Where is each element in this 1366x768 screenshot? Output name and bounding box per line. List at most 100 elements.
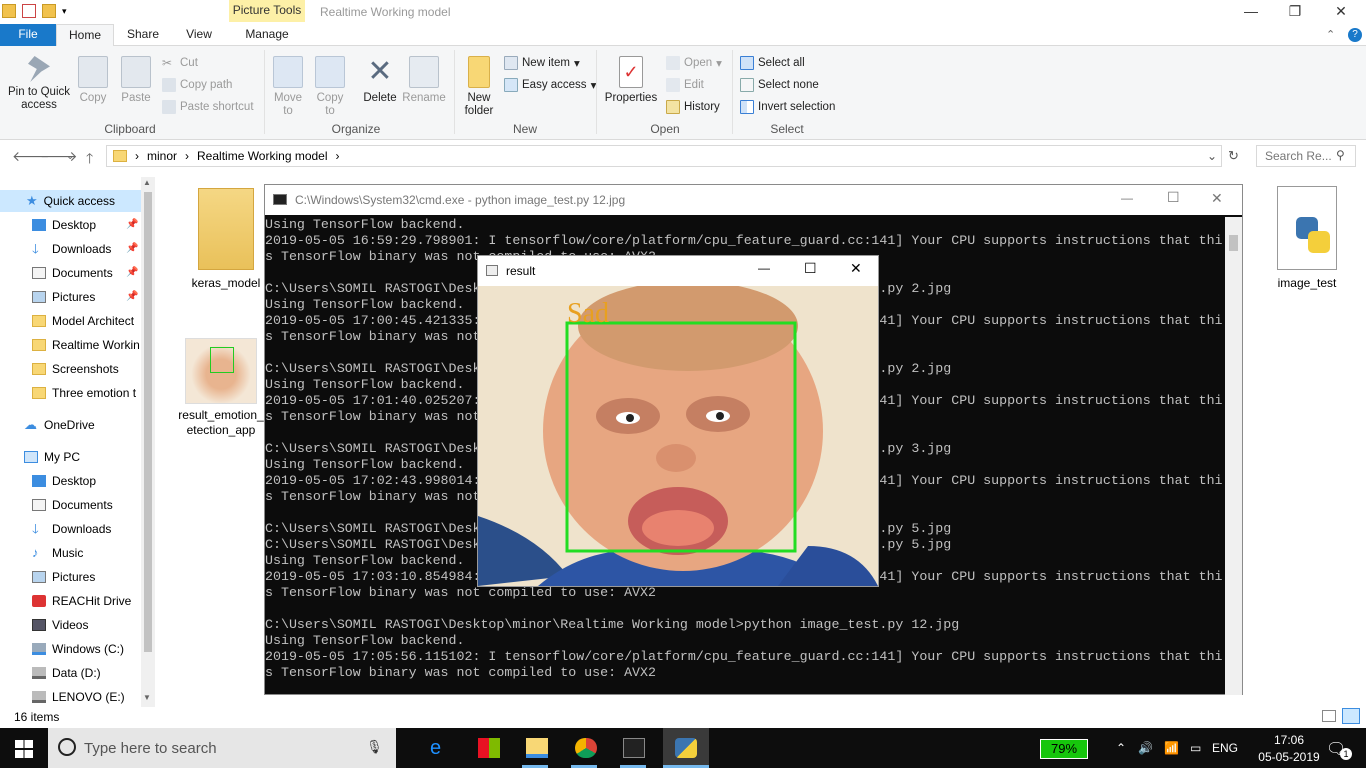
tab-share[interactable]: Share — [118, 24, 168, 46]
paste-shortcut-button[interactable]: Paste shortcut — [162, 96, 254, 118]
address-dropdown-icon[interactable]: ⌄ — [1207, 149, 1217, 163]
nav-pc-downloads[interactable]: 🡓 Downloads — [32, 518, 111, 540]
invert-selection-button[interactable]: Invert selection — [740, 96, 835, 118]
properties-icon[interactable] — [22, 4, 36, 18]
nav-pc-music[interactable]: ♪ Music — [32, 542, 83, 564]
up-arrow-icon[interactable]: 🡑 — [86, 148, 93, 172]
maximize-button[interactable]: ❐ — [1272, 0, 1318, 24]
nav-pc-desktop[interactable]: Desktop — [32, 470, 96, 492]
nav-onedrive[interactable]: ☁ OneDrive — [24, 414, 95, 436]
file-explorer-icon[interactable] — [526, 738, 548, 758]
result-title-bar[interactable]: result — ☐ ✕ — [478, 256, 878, 285]
result-close-button[interactable]: ✕ — [850, 260, 862, 277]
film-icon — [32, 619, 46, 631]
new-folder-button[interactable]: New folder — [460, 56, 498, 118]
rename-button[interactable]: Rename — [402, 56, 446, 105]
nav-qa-downloads[interactable]: 🡓 Downloads — [32, 238, 111, 260]
nav-pc-reachit[interactable]: REACHit Drive — [32, 590, 131, 612]
delete-button[interactable]: ✕ Delete — [360, 56, 400, 105]
recent-chevron-icon[interactable]: ⌄ — [66, 151, 74, 162]
group-label-select: Select — [770, 122, 804, 136]
move-to-button[interactable]: Move to — [270, 56, 306, 118]
nav-qa-model-architect[interactable]: Model Architect — [32, 310, 134, 332]
edge-icon[interactable]: e — [430, 738, 452, 758]
nav-pc-videos[interactable]: Videos — [32, 614, 88, 636]
properties-button[interactable]: ✓ Properties — [604, 56, 658, 105]
nav-qa-realtime[interactable]: Realtime Workin — [32, 334, 140, 356]
new-item-button[interactable]: New item ▾ — [504, 52, 580, 74]
battery-tray-icon[interactable]: ▭ — [1190, 741, 1201, 755]
copy-path-button[interactable]: Copy path — [162, 74, 232, 96]
file-keras-model[interactable]: keras_model — [188, 188, 264, 291]
volume-icon[interactable]: 🔊 — [1138, 741, 1153, 755]
tab-view[interactable]: View — [176, 24, 222, 46]
close-button[interactable]: ✕ — [1318, 0, 1364, 24]
select-all-button[interactable]: Select all — [740, 52, 805, 74]
breadcrumb-minor[interactable]: minor — [147, 149, 177, 163]
scroll-down-icon[interactable]: ▼ — [143, 693, 151, 702]
history-button[interactable]: History — [666, 96, 720, 118]
folder-icon[interactable] — [2, 4, 16, 18]
python-taskbar-active[interactable] — [663, 728, 709, 768]
nav-quick-access[interactable]: ★ Quick access — [0, 190, 141, 212]
chrome-icon[interactable] — [575, 738, 597, 758]
address-bar[interactable]: › minor › Realtime Working model › ⌄ — [106, 145, 1222, 167]
language-indicator[interactable]: ENG — [1212, 741, 1238, 755]
minimize-button[interactable]: — — [1228, 0, 1274, 24]
nav-pc-pictures[interactable]: Pictures — [32, 566, 95, 588]
easy-access-button[interactable]: Easy access ▾ — [504, 74, 596, 96]
details-view-icon[interactable] — [1322, 710, 1336, 722]
nav-pc-lenovo-e[interactable]: LENOVO (E:) — [32, 686, 125, 707]
pin-quick-access-button[interactable]: Pin to Quick access — [6, 56, 72, 112]
cmd-title-bar[interactable]: C:\Windows\System32\cmd.exe - python ima… — [265, 185, 1242, 215]
cut-button[interactable]: ✂ Cut — [162, 52, 198, 74]
nav-qa-desktop[interactable]: Desktop — [32, 214, 96, 236]
file-image-test[interactable]: image_test — [1268, 186, 1346, 291]
collapse-ribbon-icon[interactable]: ⌃ — [1326, 28, 1335, 41]
scroll-up-icon[interactable]: ▲ — [143, 178, 151, 187]
cmd-taskbar-icon[interactable] — [623, 738, 645, 758]
clock-time[interactable]: 17:06 — [1254, 733, 1324, 747]
open-button[interactable]: Open ▾ — [666, 52, 722, 74]
file-result-emotion-detection-app[interactable]: result_emotion_ etection_app — [178, 338, 264, 438]
taskbar-search[interactable]: Type here to search 🎙 — [48, 728, 396, 768]
nav-pc-windows-c[interactable]: Windows (C:) — [32, 638, 124, 660]
help-icon[interactable]: ? — [1348, 28, 1362, 42]
tab-file[interactable]: File — [0, 24, 56, 46]
chevron-down-icon[interactable]: ▾ — [62, 4, 67, 18]
copy-to-button[interactable]: Copy to — [312, 56, 348, 118]
nav-qa-documents[interactable]: Documents — [32, 262, 113, 284]
store-icon[interactable] — [478, 738, 500, 758]
refresh-icon[interactable]: ↻ — [1228, 148, 1239, 164]
cmd-minimize-button[interactable]: — — [1121, 191, 1133, 205]
nav-scrollbar-thumb[interactable] — [144, 192, 152, 652]
new-folder-icon[interactable] — [42, 4, 56, 18]
nav-pc-data-d[interactable]: Data (D:) — [32, 662, 101, 684]
windows-start-icon[interactable] — [15, 740, 33, 758]
breadcrumb-realtime[interactable]: Realtime Working model — [197, 149, 328, 163]
copy-button[interactable]: Copy — [76, 56, 110, 105]
microphone-icon[interactable]: 🎙 — [366, 739, 383, 755]
large-icons-view-icon[interactable] — [1342, 708, 1360, 724]
cmd-scrollbar[interactable] — [1225, 217, 1242, 695]
nav-qa-three-emotion[interactable]: Three emotion t — [32, 382, 136, 404]
search-icon: ⚲ — [1336, 148, 1345, 162]
show-hidden-icons-chevron[interactable]: ⌃ — [1116, 741, 1126, 755]
cmd-maximize-button[interactable]: ☐ — [1167, 189, 1180, 206]
battery-indicator[interactable]: 79% — [1040, 739, 1088, 759]
cmd-close-button[interactable]: ✕ — [1211, 190, 1223, 207]
wifi-icon[interactable]: 📶 — [1164, 741, 1179, 755]
nav-my-pc[interactable]: My PC — [24, 446, 80, 468]
paste-button[interactable]: Paste — [118, 56, 154, 105]
edit-button[interactable]: Edit — [666, 74, 704, 96]
clock-date[interactable]: 05-05-2019 — [1254, 750, 1324, 764]
result-maximize-button[interactable]: ☐ — [804, 260, 817, 277]
cmd-scrollbar-thumb[interactable] — [1229, 235, 1238, 251]
tab-manage[interactable]: Manage — [232, 24, 302, 46]
nav-qa-pictures[interactable]: Pictures — [32, 286, 95, 308]
nav-qa-screenshots[interactable]: Screenshots — [32, 358, 119, 380]
nav-pc-documents[interactable]: Documents — [32, 494, 113, 516]
select-none-button[interactable]: Select none — [740, 74, 819, 96]
result-minimize-button[interactable]: — — [758, 261, 770, 275]
tab-home[interactable]: Home — [56, 24, 114, 47]
